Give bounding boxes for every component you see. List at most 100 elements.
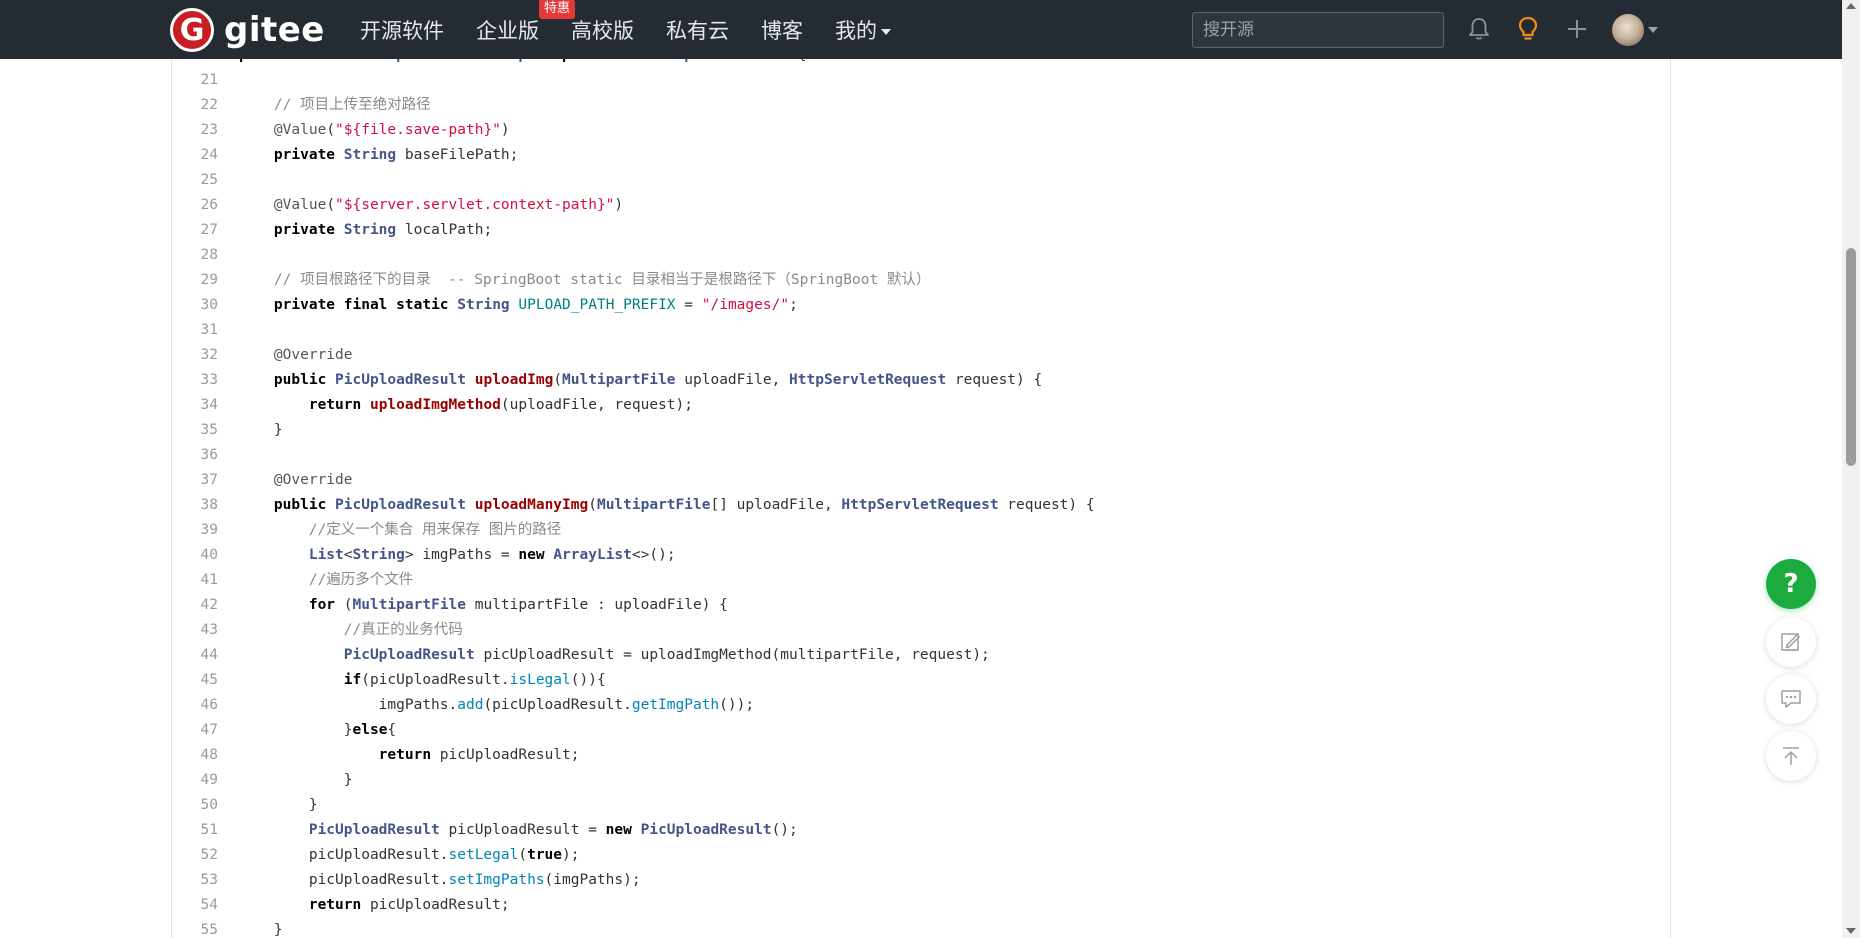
line-number[interactable]: 24 xyxy=(172,143,218,168)
scroll-up-arrow-icon[interactable] xyxy=(1846,3,1856,9)
line-number[interactable]: 32 xyxy=(172,343,218,368)
avatar[interactable] xyxy=(1612,14,1644,46)
comment-button[interactable] xyxy=(1766,674,1816,724)
menu-item-mine[interactable]: 我的 xyxy=(835,15,891,45)
line-number[interactable]: 47 xyxy=(172,718,218,743)
code-token: implements xyxy=(545,59,632,63)
menu-item-enterprise[interactable]: 企业版 特惠 xyxy=(476,0,575,45)
code-token: <>(); xyxy=(631,547,676,563)
code-token: (imgPaths); xyxy=(544,872,641,888)
code-token: add xyxy=(457,697,484,713)
line-number[interactable]: 29 xyxy=(172,268,218,293)
arrow-up-icon xyxy=(1783,747,1799,765)
line-number[interactable]: 48 xyxy=(172,743,218,768)
code-token: picUploadResult. xyxy=(239,872,449,888)
page-scrollbar[interactable] xyxy=(1842,0,1860,938)
code-line: 53 picUploadResult.setImgPaths(imgPaths)… xyxy=(172,868,1670,893)
code-line: 40 List<String> imgPaths = new ArrayList… xyxy=(172,543,1670,568)
menu-item-open-source[interactable]: 开源软件 xyxy=(360,15,444,45)
line-number[interactable]: 34 xyxy=(172,393,218,418)
help-button[interactable]: ? xyxy=(1766,559,1816,609)
avatar-chevron-down-icon[interactable] xyxy=(1648,27,1658,33)
line-number[interactable]: 36 xyxy=(172,443,218,468)
line-number[interactable]: 39 xyxy=(172,518,218,543)
code-line: 36 xyxy=(172,443,1670,468)
line-number[interactable]: 43 xyxy=(172,618,218,643)
code-token: multipartFile : uploadFile) { xyxy=(466,597,728,613)
line-number[interactable]: 21 xyxy=(172,68,218,93)
line-number[interactable]: 30 xyxy=(172,293,218,318)
line-number[interactable]: 27 xyxy=(172,218,218,243)
lightbulb-icon[interactable] xyxy=(1513,14,1543,44)
plus-icon[interactable] xyxy=(1562,14,1592,44)
line-number[interactable]: 41 xyxy=(172,568,218,593)
code-token: = xyxy=(675,297,702,313)
code-token: String xyxy=(457,297,510,313)
code-line: 21 xyxy=(172,68,1670,93)
search-input[interactable] xyxy=(1192,12,1444,48)
code-token: ) xyxy=(500,122,510,138)
line-number[interactable]: 22 xyxy=(172,93,218,118)
line-number[interactable]: 54 xyxy=(172,893,218,918)
line-number[interactable]: 38 xyxy=(172,493,218,518)
menu-item-enterprise-label: 企业版 xyxy=(476,18,539,43)
code-token: ; xyxy=(789,297,798,313)
code-text: private String baseFilePath; xyxy=(239,143,518,168)
menu-item-private-cloud[interactable]: 私有云 xyxy=(666,15,729,45)
line-number[interactable]: 42 xyxy=(172,593,218,618)
gitee-logo[interactable]: G gitee xyxy=(170,8,325,52)
back-to-top-button[interactable] xyxy=(1766,731,1816,781)
code-token: { xyxy=(789,59,807,63)
code-token: private xyxy=(273,147,336,163)
scroll-down-arrow-icon[interactable] xyxy=(1846,928,1856,934)
code-text: PicUploadResult picUploadResult = upload… xyxy=(239,643,990,668)
code-token: } xyxy=(239,797,318,813)
line-number[interactable]: 52 xyxy=(172,843,218,868)
line-number[interactable]: 28 xyxy=(172,243,218,268)
line-number[interactable]: 33 xyxy=(172,368,218,393)
line-number[interactable]: 25 xyxy=(172,168,218,193)
line-number[interactable]: 31 xyxy=(172,318,218,343)
line-number[interactable]: 53 xyxy=(172,868,218,893)
line-number[interactable]: 45 xyxy=(172,668,218,693)
line-number[interactable]: 23 xyxy=(172,118,218,143)
line-number[interactable]: 35 xyxy=(172,418,218,443)
code-token: uploadImgMethod xyxy=(369,397,501,413)
code-token: ()){ xyxy=(570,672,606,688)
code-token: public xyxy=(239,59,291,63)
edit-button[interactable] xyxy=(1766,617,1816,667)
line-number[interactable]: 26 xyxy=(172,193,218,218)
code-token: String xyxy=(343,222,397,238)
code-text: @Override xyxy=(239,343,353,368)
code-token: ( xyxy=(326,122,336,138)
line-number[interactable]: 40 xyxy=(172,543,218,568)
line-number[interactable]: 51 xyxy=(172,818,218,843)
code-token: setImgPaths xyxy=(448,872,545,888)
line-number[interactable]: 49 xyxy=(172,768,218,793)
menu-item-blog[interactable]: 博客 xyxy=(761,15,803,45)
code-token: MultipartFile xyxy=(562,372,676,388)
code-token: HttpServletRequest xyxy=(789,372,947,388)
line-number[interactable]: 44 xyxy=(172,643,218,668)
code-token: String xyxy=(352,547,405,563)
code-line: 44 PicUploadResult picUploadResult = upl… xyxy=(172,643,1670,668)
bell-icon[interactable] xyxy=(1464,14,1494,44)
line-number[interactable]: 37 xyxy=(172,468,218,493)
code-token: String xyxy=(343,147,397,163)
line-number[interactable]: 46 xyxy=(172,693,218,718)
code-token: private xyxy=(273,297,336,313)
code-token: (uploadFile, request); xyxy=(500,397,693,413)
line-number[interactable]: 20 xyxy=(172,59,218,68)
menu-item-education[interactable]: 高校版 xyxy=(571,15,634,45)
line-number[interactable]: 50 xyxy=(172,793,218,818)
line-number[interactable]: 55 xyxy=(172,918,218,938)
code-text: //定义一个集合 用来保存 图片的路径 xyxy=(239,518,561,543)
code-token: //真正的业务代码 xyxy=(343,622,463,638)
scrollbar-thumb[interactable] xyxy=(1846,248,1856,466)
